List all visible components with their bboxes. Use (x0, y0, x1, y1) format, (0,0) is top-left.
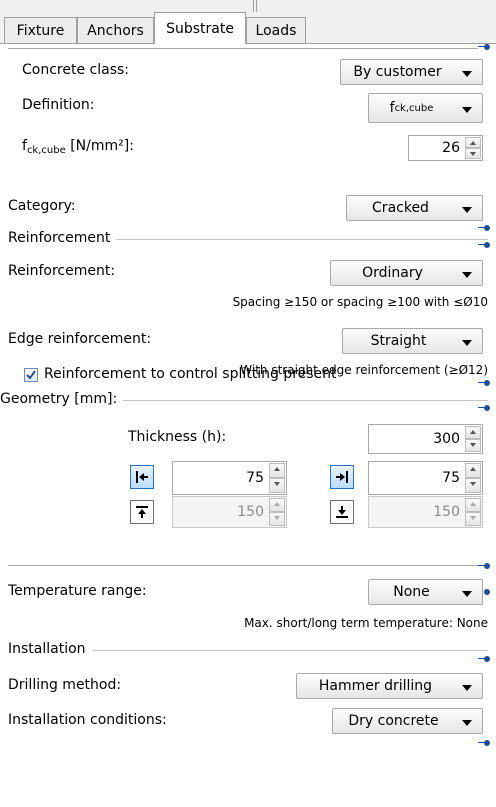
temperature-dropdown[interactable]: None (368, 579, 483, 605)
spin-down-icon (465, 512, 481, 526)
temperature-note: Max. short/long term temperature: None (244, 616, 488, 630)
section-marker-dot (484, 740, 490, 746)
spin-up-icon (465, 498, 481, 512)
edge-bottom-icon[interactable] (330, 500, 354, 524)
spin-up-icon (269, 498, 285, 512)
drilling-method-dropdown[interactable]: Hammer drilling (296, 673, 483, 699)
installation-conditions-dropdown[interactable]: Dry concrete (332, 708, 483, 734)
section-marker-dot (484, 44, 490, 50)
reinforcement-group-header: Reinforcement (0, 230, 496, 248)
temperature-label: Temperature range: (8, 583, 147, 599)
section-marker-dot (484, 380, 490, 386)
edge-distance-right-stepper[interactable]: 75 (368, 461, 483, 495)
spin-up-icon[interactable] (465, 463, 481, 478)
spin-up-icon[interactable] (465, 426, 481, 439)
edge-left-icon[interactable] (130, 465, 154, 489)
section-marker-dot (484, 589, 490, 595)
fck-value-stepper[interactable]: 26 (408, 135, 483, 161)
chevron-down-icon (462, 720, 472, 726)
category-label: Category: (8, 198, 76, 214)
edge-right-icon[interactable] (330, 465, 354, 489)
edge-reinforcement-label: Edge reinforcement: (8, 331, 152, 347)
section-marker-dot (484, 656, 490, 662)
concrete-class-label: Concrete class: (22, 62, 129, 78)
spin-up-icon[interactable] (465, 137, 481, 148)
spin-up-icon[interactable] (269, 463, 285, 478)
edge-reinforcement-dropdown[interactable]: Straight (342, 328, 483, 354)
chevron-down-icon (462, 340, 472, 346)
thickness-label: Thickness (h): (128, 429, 227, 445)
chevron-down-icon (462, 107, 472, 113)
section-marker-dot (484, 563, 490, 569)
chevron-down-icon (462, 207, 472, 213)
drilling-method-label: Drilling method: (8, 677, 122, 693)
installation-conditions-label: Installation conditions: (8, 712, 167, 728)
definition-label: Definition: (22, 97, 95, 113)
section-marker-dot (484, 405, 490, 411)
reinforcement-label: Reinforcement: (8, 263, 116, 279)
category-dropdown[interactable]: Cracked (346, 195, 483, 221)
edge-distance-top-stepper: 150 (172, 496, 287, 528)
tab-loads[interactable]: Loads (246, 17, 306, 43)
chevron-down-icon (462, 272, 472, 278)
spin-down-icon[interactable] (269, 478, 285, 493)
splitter-line (253, 0, 254, 12)
chevron-down-icon (462, 71, 472, 77)
chevron-down-icon (462, 591, 472, 597)
geometry-group-header: Geometry [mm]: (0, 391, 496, 409)
spin-down-icon (269, 512, 285, 526)
spin-down-icon[interactable] (465, 478, 481, 493)
thickness-stepper[interactable]: 300 (368, 424, 483, 454)
section-separator (8, 48, 478, 49)
edge-top-icon[interactable] (130, 500, 154, 524)
section-separator (8, 565, 478, 566)
spin-down-icon[interactable] (465, 148, 481, 159)
splitting-label: Reinforcement to control splitting prese… (44, 366, 337, 382)
chevron-down-icon (462, 685, 472, 691)
concrete-class-dropdown[interactable]: By customer (340, 59, 483, 85)
definition-dropdown[interactable]: f ck,cube (368, 93, 483, 123)
fck-label: fck,cube [N/mm²]: (22, 138, 134, 156)
edge-distance-left-stepper[interactable]: 75 (172, 461, 287, 495)
reinforcement-dropdown[interactable]: Ordinary (330, 260, 483, 286)
tab-anchors[interactable]: Anchors (77, 17, 154, 43)
tab-strip-area: Fixture Anchors Substrate Loads (0, 0, 496, 44)
substrate-panel: Concrete class: By customer Definition: … (0, 43, 496, 807)
check-icon (26, 370, 36, 380)
edge-distance-bottom-stepper: 150 (368, 496, 483, 528)
splitting-checkbox[interactable] (24, 368, 38, 382)
installation-group-header: Installation (0, 641, 496, 659)
tab-substrate[interactable]: Substrate (154, 12, 246, 44)
splitter-line (256, 0, 257, 12)
section-marker-dot (484, 242, 490, 248)
spin-down-icon[interactable] (465, 439, 481, 452)
reinforcement-note: Spacing ≥150 or spacing ≥100 with ≤Ø10 (232, 295, 488, 309)
tab-fixture[interactable]: Fixture (4, 17, 77, 43)
